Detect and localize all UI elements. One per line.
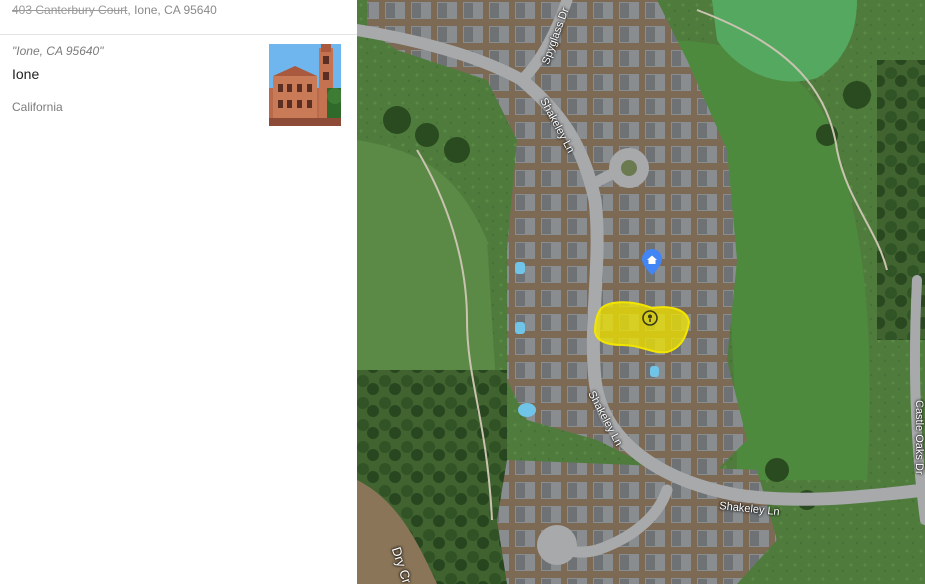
place-state: California <box>12 100 63 114</box>
satellite-map[interactable]: Spyglass Dr Shakeley Ln Shakeley Ln Shak… <box>357 0 925 584</box>
place-name: Ione <box>12 66 40 82</box>
place-card[interactable]: "Ione, CA 95640" Ione California <box>0 35 357 130</box>
results-panel: 403 Canterbury Court, Ione, CA 95640 "Io… <box>0 0 357 584</box>
address-locality: , Ione, CA 95640 <box>127 3 217 17</box>
place-thumbnail[interactable] <box>269 44 341 126</box>
satellite-imagery <box>357 0 925 584</box>
address-street-struck: 403 Canterbury Court <box>12 3 128 17</box>
place-query-quote: "Ione, CA 95640" <box>12 44 104 58</box>
address-text: 403 Canterbury Court, Ione, CA 95640 <box>12 3 217 17</box>
address-row[interactable]: 403 Canterbury Court, Ione, CA 95640 <box>0 0 357 35</box>
street-label-castle-oaks: Castle Oaks Dr <box>913 400 925 475</box>
building-photo-image <box>269 44 341 126</box>
